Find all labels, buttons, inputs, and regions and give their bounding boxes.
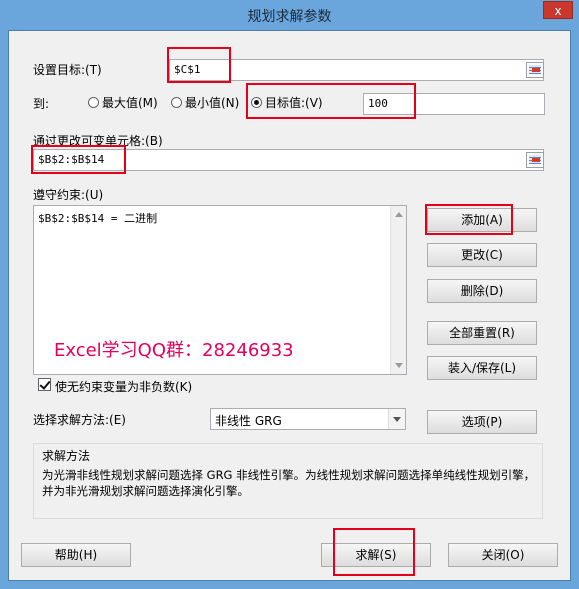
nonnegative-checkbox[interactable]	[38, 378, 51, 391]
scroll-up-icon[interactable]	[395, 212, 403, 217]
watermark-text: Excel学习QQ群：28246933	[54, 340, 294, 361]
reset-all-button[interactable]: 全部重置(R)	[427, 321, 537, 345]
scroll-down-icon[interactable]	[395, 363, 403, 368]
checkmark-icon	[39, 378, 51, 390]
radio-min-label: 最小值(N)	[185, 96, 240, 110]
objective-collapse-button[interactable]	[526, 62, 544, 78]
delete-button[interactable]: 删除(D)	[427, 279, 537, 303]
radio-max-label: 最大值(M)	[102, 96, 158, 110]
constraints-scrollbar[interactable]	[390, 206, 406, 374]
help-button[interactable]: 帮助(H)	[21, 543, 131, 567]
objective-label: 设置目标:(T)	[33, 63, 102, 77]
solving-method-title: 求解方法	[42, 449, 91, 463]
highlight-target	[246, 83, 416, 119]
method-select[interactable]: 非线性 GRG	[210, 408, 406, 430]
solving-method-description: 为光滑非线性规划求解问题选择 GRG 非线性引擎。为线性规划求解问题选择单纯线性…	[42, 468, 536, 498]
highlight-add	[425, 204, 513, 235]
radio-max-indicator	[88, 97, 99, 108]
title-bar: 规划求解参数 x	[0, 0, 579, 30]
changing-cells-collapse-button[interactable]	[526, 152, 544, 168]
highlight-solve	[333, 528, 415, 576]
constraint-item[interactable]: $B$2:$B$14 = 二进制	[38, 210, 157, 226]
dialog-body: 设置目标:(T) $C$1 到: 最大值(M) 最小值(N) 目标值:(V) 1…	[8, 30, 571, 581]
dialog-title: 规划求解参数	[247, 9, 332, 25]
change-button[interactable]: 更改(C)	[427, 243, 537, 267]
constraints-label: 遵守约束:(U)	[33, 188, 104, 202]
highlight-objective	[167, 47, 231, 83]
load-save-button[interactable]: 装入/保存(L)	[427, 356, 537, 380]
options-button[interactable]: 选项(P)	[427, 410, 537, 434]
chevron-down-icon	[393, 417, 401, 422]
close-icon: x	[554, 4, 562, 18]
nonnegative-label: 使无约束变量为非负数(K)	[55, 380, 193, 394]
solving-method-group: 求解方法 为光滑非线性规划求解问题选择 GRG 非线性引擎。为线性规划求解问题选…	[33, 443, 543, 519]
close-window-button[interactable]: x	[543, 1, 573, 19]
radio-max[interactable]: 最大值(M)	[88, 94, 158, 111]
highlight-changing-cells	[31, 145, 126, 174]
solver-dialog: 规划求解参数 x 设置目标:(T) $C$1 到: 最大值(M) 最小值(N) …	[0, 0, 579, 589]
radio-min-indicator	[171, 97, 182, 108]
to-label: 到:	[33, 97, 50, 111]
method-label: 选择求解方法:(E)	[33, 413, 126, 427]
radio-min[interactable]: 最小值(N)	[171, 94, 239, 111]
close-button[interactable]: 关闭(O)	[448, 543, 558, 567]
method-dropdown-button[interactable]	[388, 409, 405, 429]
method-selected-value: 非线性 GRG	[215, 414, 282, 428]
